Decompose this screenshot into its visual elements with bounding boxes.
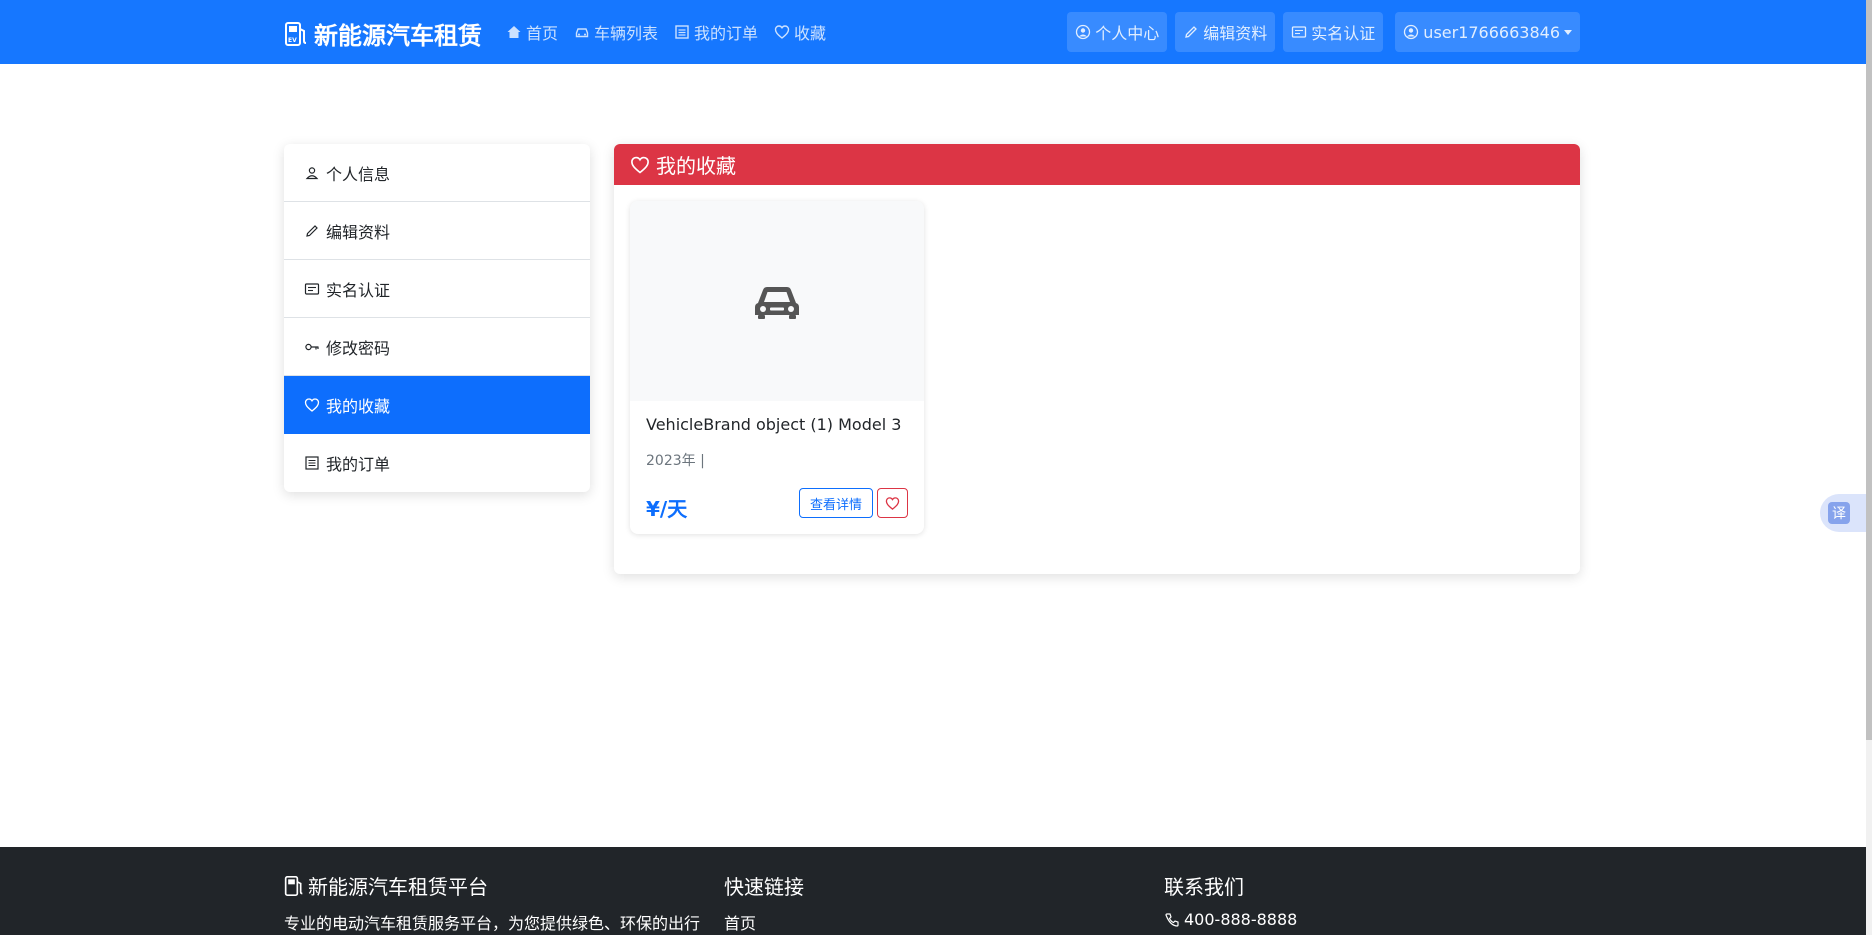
translate-button[interactable]: 译 xyxy=(1820,494,1870,532)
nav-link-orders[interactable]: 我的订单 xyxy=(674,20,758,44)
car-icon xyxy=(574,24,590,40)
person-circle-icon xyxy=(1403,24,1419,40)
vehicle-meta: 2023年 | xyxy=(646,453,705,469)
brand[interactable]: EV 新能源汽车租赁 xyxy=(284,16,482,51)
favorites-title: 我的收藏 xyxy=(656,154,736,178)
sidebar-item-change-password[interactable]: 修改密码 xyxy=(284,318,590,376)
list-icon xyxy=(674,24,690,40)
key-icon xyxy=(304,339,320,355)
footer-links-title: 快速链接 xyxy=(724,875,804,899)
username: user1766663846 xyxy=(1423,22,1560,42)
unfavorite-button[interactable] xyxy=(877,488,908,518)
chevron-down-icon xyxy=(1564,29,1572,35)
heart-icon xyxy=(885,496,900,511)
footer: 新能源汽车租赁平台 专业的电动汽车租赁服务平台，为您提供绿色、环保的出行 快速链… xyxy=(0,847,1866,935)
footer-links-column: 快速链接 首页 xyxy=(724,871,804,934)
footer-phone: 400-888-8888 xyxy=(1164,910,1297,929)
footer-link-home[interactable]: 首页 xyxy=(724,910,804,934)
heart-icon xyxy=(630,155,650,175)
person-circle-icon xyxy=(1075,24,1091,40)
heart-icon xyxy=(774,24,790,40)
scrollbar-thumb[interactable] xyxy=(1866,0,1872,740)
sidebar-item-verification[interactable]: 实名认证 xyxy=(284,260,590,318)
card-icon xyxy=(1291,24,1307,40)
nav-btn-label: 个人中心 xyxy=(1095,24,1160,43)
nav-btn-label: 编辑资料 xyxy=(1203,24,1268,43)
card-icon xyxy=(304,281,320,297)
sidebar-item-label: 我的收藏 xyxy=(326,397,391,416)
translate-icon: 译 xyxy=(1828,502,1850,524)
sidebar-item-label: 修改密码 xyxy=(326,338,391,358)
sidebar-item-personal-info[interactable]: 个人信息 xyxy=(284,144,590,202)
sidebar-item-label: 个人信息 xyxy=(326,164,391,184)
nav-link-label: 首页 xyxy=(526,24,559,43)
car-front-icon xyxy=(752,281,802,321)
pencil-icon xyxy=(1183,24,1199,40)
house-icon xyxy=(506,24,522,40)
nav-link-label: 车辆列表 xyxy=(594,24,659,43)
sidebar-item-label: 我的订单 xyxy=(326,455,391,474)
heart-icon xyxy=(304,397,320,413)
sidebar-item-edit-profile[interactable]: 编辑资料 xyxy=(284,202,590,260)
profile-sidebar: 个人信息 编辑资料 实名认证 修改密码 我的收藏 我的订单 xyxy=(284,144,590,492)
nav-right: 个人中心 编辑资料 实名认证 user1766663846 xyxy=(1067,12,1580,52)
footer-contact-title: 联系我们 xyxy=(1164,875,1244,899)
navbar: EV 新能源汽车租赁 首页 车辆列表 我的订单 收藏 个人中心 编辑资料 实名认… xyxy=(0,0,1866,64)
footer-brand-column: 新能源汽车租赁平台 专业的电动汽车租赁服务平台，为您提供绿色、环保的出行 xyxy=(284,871,700,934)
vehicle-image-placeholder xyxy=(630,201,924,401)
pencil-icon xyxy=(304,223,320,239)
sidebar-item-label: 编辑资料 xyxy=(326,222,391,242)
nav-links: 首页 车辆列表 我的订单 收藏 xyxy=(506,20,826,44)
view-details-button[interactable]: 查看详情 xyxy=(799,488,873,518)
nav-link-label: 收藏 xyxy=(794,24,827,43)
nav-link-vehicles[interactable]: 车辆列表 xyxy=(574,20,658,44)
edit-profile-button[interactable]: 编辑资料 xyxy=(1175,12,1276,52)
phone-icon xyxy=(1164,912,1180,928)
ev-station-icon xyxy=(284,875,304,897)
ev-station-icon: EV xyxy=(284,21,308,47)
vehicle-card[interactable]: VehicleBrand object (1) Model 3 2023年 | … xyxy=(630,201,924,534)
footer-phone-text: 400-888-8888 xyxy=(1184,910,1298,929)
nav-btn-label: 实名认证 xyxy=(1311,24,1376,43)
nav-link-home[interactable]: 首页 xyxy=(506,20,558,44)
favorites-panel: 我的收藏 VehicleBrand object (1) Model 3 202… xyxy=(614,144,1580,574)
receipt-icon xyxy=(304,455,320,471)
footer-brand-title-text: 新能源汽车租赁平台 xyxy=(308,875,488,899)
user-dropdown[interactable]: user1766663846 xyxy=(1395,12,1580,52)
person-icon xyxy=(304,165,320,181)
vehicle-price: ¥/天 xyxy=(646,497,688,521)
favorites-header: 我的收藏 xyxy=(614,144,1580,185)
sidebar-item-favorites[interactable]: 我的收藏 xyxy=(284,376,590,434)
personal-center-button[interactable]: 个人中心 xyxy=(1067,12,1168,52)
footer-contact-column: 联系我们 400-888-8888 xyxy=(1164,871,1297,929)
brand-text: 新能源汽车租赁 xyxy=(314,22,482,50)
vehicle-name: VehicleBrand object (1) Model 3 xyxy=(646,415,902,434)
footer-brand-title: 新能源汽车租赁平台 xyxy=(284,871,700,900)
nav-link-favorites[interactable]: 收藏 xyxy=(774,20,826,44)
sidebar-item-label: 实名认证 xyxy=(326,280,391,300)
sidebar-item-orders[interactable]: 我的订单 xyxy=(284,434,590,492)
scrollbar[interactable] xyxy=(1866,0,1872,935)
footer-brand-desc: 专业的电动汽车租赁服务平台，为您提供绿色、环保的出行 xyxy=(284,914,701,933)
nav-link-label: 我的订单 xyxy=(694,24,759,43)
verification-button[interactable]: 实名认证 xyxy=(1283,12,1384,52)
svg-text:EV: EV xyxy=(288,37,297,44)
